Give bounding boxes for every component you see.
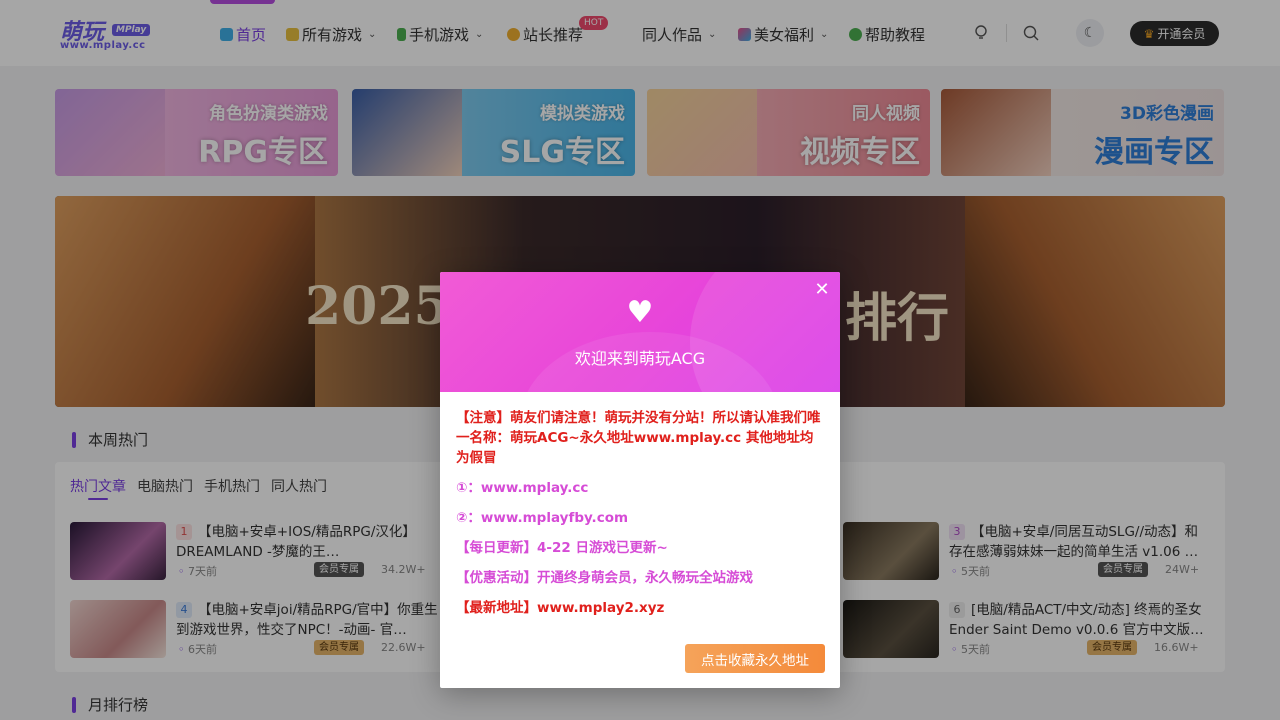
heart-icon: ♥ xyxy=(626,295,654,330)
daily-update-text: 【每日更新】4-22 日游戏已更新~ xyxy=(456,540,668,556)
address-link-1[interactable]: ①：www.mplay.cc xyxy=(456,478,826,498)
close-icon[interactable]: ✕ xyxy=(812,280,832,300)
latest-address-text[interactable]: 【最新地址】www.mplay2.xyz xyxy=(456,598,826,618)
bookmark-address-button[interactable]: 点击收藏永久地址 xyxy=(685,644,825,673)
notice-text: 【注意】萌友们请注意！萌玩并没有分站！所以请认准我们唯一名称：萌玩ACG~永久地… xyxy=(456,410,821,466)
promo-text: 【优惠活动】开通终身萌会员，永久畅玩全站游戏 xyxy=(456,570,753,586)
welcome-modal: ♥ 欢迎来到萌玩ACG ✕ 【注意】萌友们请注意！萌玩并没有分站！所以请认准我们… xyxy=(440,272,840,688)
address-link-2[interactable]: ②：www.mplayfby.com xyxy=(456,508,826,528)
modal-body: 【注意】萌友们请注意！萌玩并没有分站！所以请认准我们唯一名称：萌玩ACG~永久地… xyxy=(456,408,826,628)
modal-header: ♥ 欢迎来到萌玩ACG xyxy=(440,272,840,392)
modal-welcome-text: 欢迎来到萌玩ACG xyxy=(574,349,706,368)
